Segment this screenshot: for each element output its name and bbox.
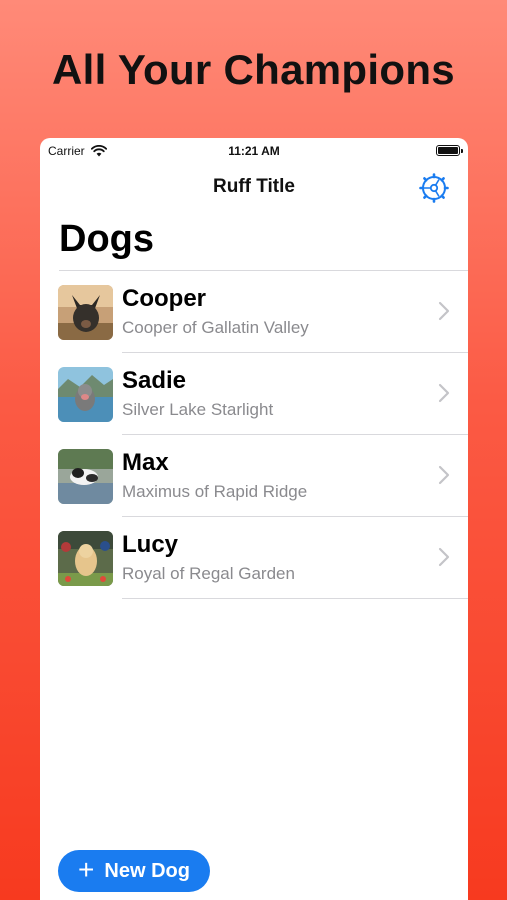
dog-photo-max [58, 449, 113, 504]
page-title: Dogs [59, 218, 154, 260]
chevron-right-icon [438, 465, 450, 485]
dog-name: Max [122, 449, 169, 476]
plus-icon: + [78, 853, 95, 885]
chevron-right-icon [438, 547, 450, 567]
chevron-right-icon [438, 301, 450, 321]
phone-screen: Carrier 11:21 AM Ruff Title Dogs Cooper … [40, 138, 468, 900]
battery-icon [436, 145, 463, 156]
chevron-right-icon [438, 383, 450, 403]
dog-photo-sadie [58, 367, 113, 422]
list-item-max[interactable]: Max Maximus of Rapid Ridge [40, 435, 468, 517]
headline: All Your Champions [52, 46, 455, 93]
dog-name: Lucy [122, 531, 179, 558]
dog-name: Sadie [122, 367, 187, 394]
dog-photo-cooper [58, 285, 113, 340]
dog-name: Cooper [122, 285, 206, 312]
dog-subtitle: Maximus of Rapid Ridge [122, 482, 308, 501]
gear-icon[interactable] [418, 172, 450, 204]
nav-title: Ruff Title [213, 176, 295, 197]
list-item-lucy[interactable]: Lucy Royal of Regal Garden [40, 517, 468, 599]
status-bar: Carrier 11:21 AM [40, 138, 468, 164]
dog-photo-lucy [58, 531, 113, 586]
dog-subtitle: Royal of Regal Garden [122, 564, 295, 583]
new-dog-label: New Dog [104, 859, 190, 882]
dog-subtitle: Silver Lake Starlight [122, 400, 274, 419]
status-time: 11:21 AM [228, 144, 280, 158]
list-item-cooper[interactable]: Cooper Cooper of Gallatin Valley [40, 271, 468, 353]
navigation-bar: Ruff Title [40, 168, 468, 208]
list-item-sadie[interactable]: Sadie Silver Lake Starlight [40, 353, 468, 435]
dog-subtitle: Cooper of Gallatin Valley [122, 318, 309, 337]
new-dog-button[interactable]: + New Dog [58, 850, 210, 892]
dog-list: Cooper Cooper of Gallatin Valley Sadie S… [40, 271, 468, 599]
row-separator [122, 598, 468, 599]
